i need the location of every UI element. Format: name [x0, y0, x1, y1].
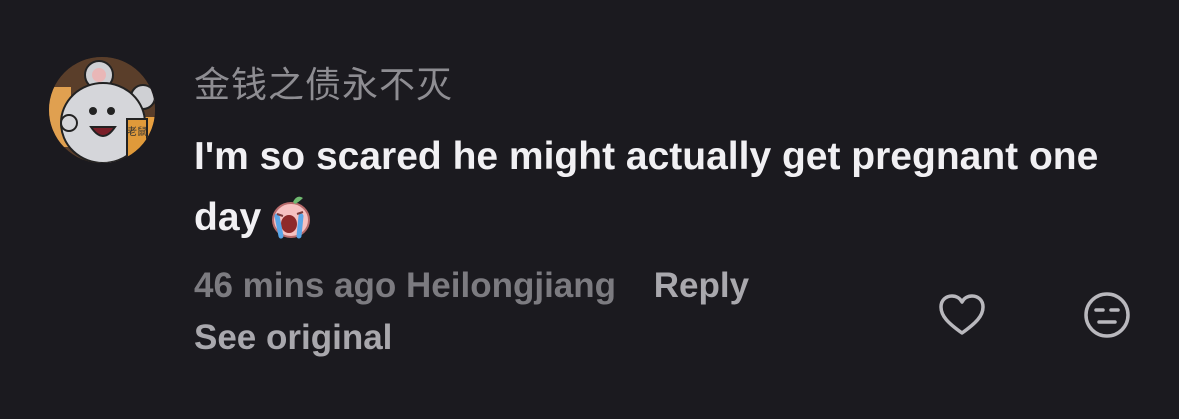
comment-meta: 46 mins ago Heilongjiang Reply	[194, 264, 749, 308]
comment-text: I'm so scared he might actually get preg…	[194, 126, 1124, 258]
like-button[interactable]	[936, 289, 988, 341]
avatar-mouse-image: 老鼠	[49, 57, 155, 163]
comment-location: Heilongjiang	[406, 266, 617, 305]
see-original-link[interactable]: See original	[194, 316, 392, 360]
reply-button[interactable]: Reply	[654, 266, 749, 305]
dislike-button[interactable]	[1081, 289, 1133, 341]
comment-item: 老鼠 金钱之债永不灭 I'm so scared he might actual…	[0, 0, 1179, 419]
comment-username[interactable]: 金钱之债永不灭	[194, 62, 453, 110]
heart-outline-icon	[939, 294, 985, 335]
comment-timestamp: 46 mins ago	[194, 266, 397, 305]
avatar[interactable]: 老鼠	[49, 57, 155, 163]
comment-text-content: I'm so scared he might actually get preg…	[194, 135, 1099, 239]
crying-face-emoji-icon	[267, 192, 315, 258]
avatar-sign-text: 老鼠	[127, 125, 147, 138]
unamused-face-icon	[1084, 292, 1130, 338]
